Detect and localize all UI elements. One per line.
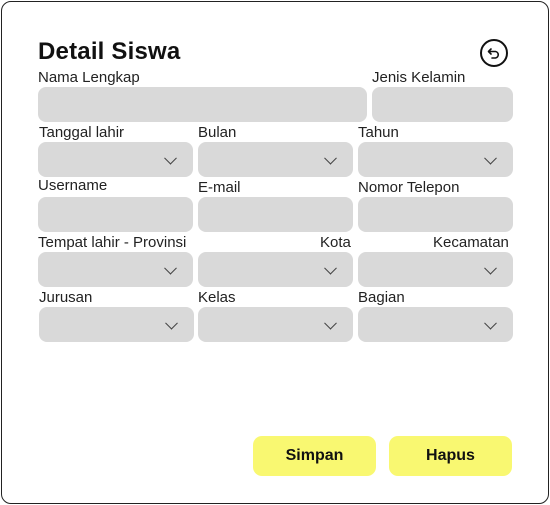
username-input[interactable] [38, 197, 193, 232]
tahun-select[interactable] [358, 142, 513, 177]
label-username: Username [38, 177, 108, 194]
page-title: Detail Siswa [38, 38, 181, 65]
label-nama-lengkap: Nama Lengkap [38, 69, 140, 86]
label-tahun: Tahun [358, 124, 399, 141]
label-bulan: Bulan [198, 124, 237, 141]
nomor-telepon-input[interactable] [358, 197, 513, 232]
nama-lengkap-input[interactable] [38, 87, 367, 122]
label-tempat-lahir-provinsi: Tempat lahir - Provinsi [38, 234, 187, 251]
back-button[interactable] [480, 39, 508, 67]
provinsi-select[interactable] [38, 252, 193, 287]
simpan-button[interactable]: Simpan [253, 436, 376, 476]
label-kelas: Kelas [198, 289, 236, 306]
label-bagian: Bagian [358, 289, 405, 306]
label-jenis-kelamin: Jenis Kelamin [372, 69, 466, 86]
kelas-select[interactable] [198, 307, 353, 342]
label-kota: Kota [320, 234, 351, 251]
bulan-select[interactable] [198, 142, 353, 177]
kota-select[interactable] [198, 252, 353, 287]
kecamatan-select[interactable] [358, 252, 513, 287]
tanggal-lahir-select[interactable] [38, 142, 193, 177]
hapus-button[interactable]: Hapus [389, 436, 512, 476]
label-email: E-mail [198, 179, 241, 196]
undo-arrow-icon [486, 45, 502, 61]
label-jurusan: Jurusan [39, 289, 93, 306]
label-nomor-telepon: Nomor Telepon [358, 179, 460, 196]
jenis-kelamin-input[interactable] [372, 87, 513, 122]
label-kecamatan: Kecamatan [433, 234, 509, 251]
jurusan-select[interactable] [39, 307, 194, 342]
label-tanggal-lahir: Tanggal lahir [39, 124, 125, 141]
bagian-select[interactable] [358, 307, 513, 342]
email-input[interactable] [198, 197, 353, 232]
